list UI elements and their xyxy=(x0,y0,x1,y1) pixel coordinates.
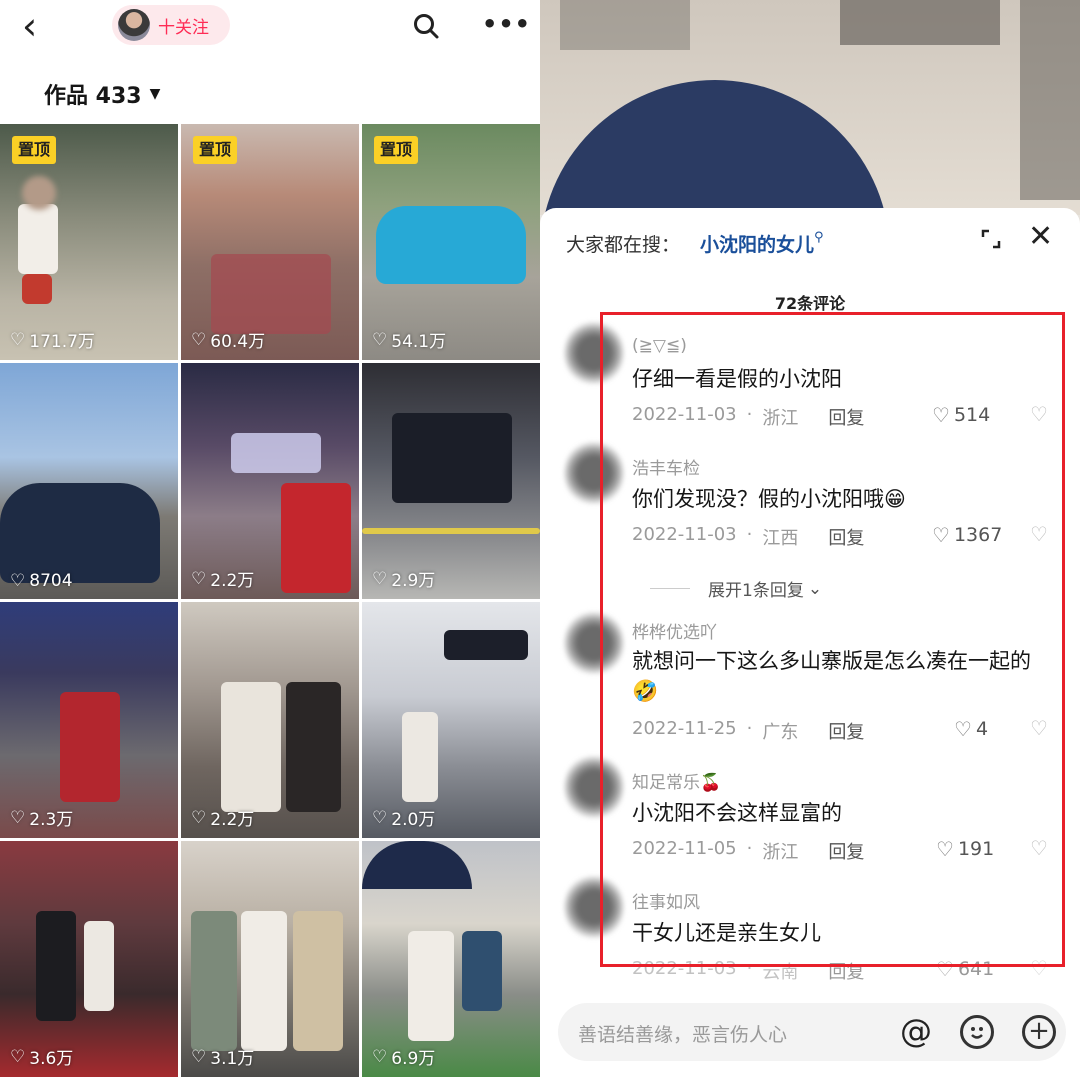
like-count-value: 2.3万 xyxy=(29,810,74,830)
like-count-value: 8704 xyxy=(29,571,73,591)
like-count-value: 2.9万 xyxy=(391,571,436,591)
like-count: ♡ 2.3万 xyxy=(10,805,74,831)
heart-icon: ♡ xyxy=(10,807,26,828)
video-tile[interactable]: ♡ 2.2万 xyxy=(181,602,359,838)
pinned-badge: 置顶 xyxy=(193,136,238,164)
comment-count: 72条评论 xyxy=(774,294,846,313)
heart-icon: ♡ xyxy=(191,1046,207,1067)
works-tab[interactable]: 作品 433 ▼ xyxy=(44,78,160,110)
video-tile[interactable]: ♡ 2.9万 xyxy=(362,363,540,599)
more-icon[interactable]: ••• xyxy=(482,10,530,38)
plus-icon[interactable]: + xyxy=(1022,1015,1056,1049)
chevron-left-icon[interactable]: ‹ xyxy=(22,7,52,45)
heart-icon: ♡ xyxy=(372,568,388,589)
heart-icon: ♡ xyxy=(10,329,26,350)
hot-search-term: 小沈阳的女儿 xyxy=(700,234,815,256)
like-count: ♡ 2.0万 xyxy=(372,805,436,831)
like-count: ♡ 171.7万 xyxy=(10,327,95,353)
hot-search-link[interactable]: 小沈阳的女儿⚲ xyxy=(700,230,824,257)
like-count: ♡ 3.6万 xyxy=(10,1044,74,1070)
heart-icon: ♡ xyxy=(10,1046,26,1067)
like-count-value: 54.1万 xyxy=(391,332,447,352)
avatar xyxy=(118,9,150,41)
pinned-badge: 置顶 xyxy=(374,136,419,164)
like-count-value: 2.2万 xyxy=(210,571,255,591)
heart-icon: ♡ xyxy=(191,807,207,828)
expand-icon[interactable] xyxy=(980,228,1002,250)
like-count-value: 3.6万 xyxy=(29,1049,74,1069)
search-icon: ⚲ xyxy=(814,230,824,245)
heart-icon: ♡ xyxy=(372,1046,388,1067)
search-icon[interactable] xyxy=(412,12,440,40)
video-tile[interactable]: ♡ 2.2万 xyxy=(181,363,359,599)
like-count: ♡ 2.2万 xyxy=(191,566,255,592)
at-mention-icon[interactable]: @ xyxy=(900,1013,932,1049)
video-tile[interactable]: 置顶 ♡ 54.1万 xyxy=(362,124,540,360)
heart-icon: ♡ xyxy=(191,568,207,589)
hot-search-label: 大家都在搜： xyxy=(566,234,681,256)
heart-icon: ♡ xyxy=(191,329,207,350)
video-tile[interactable]: ♡ 2.3万 xyxy=(0,602,178,838)
comment-input[interactable]: 善语结善缘，恶言伤人心 @ + xyxy=(558,1003,1066,1061)
like-count-value: 60.4万 xyxy=(210,332,266,352)
heart-icon: ♡ xyxy=(372,807,388,828)
video-tile[interactable]: ♡ 8704 xyxy=(0,363,178,599)
highlight-box xyxy=(600,312,1065,967)
follow-button[interactable]: 十关注 xyxy=(112,5,230,45)
like-count-value: 2.0万 xyxy=(391,810,436,830)
profile-panel: ‹ 十关注 ••• 作品 433 ▼ 置顶 ♡ 171.7万 置顶 ♡ 60.4万 xyxy=(0,0,540,1080)
video-tile[interactable]: ♡ 2.0万 xyxy=(362,602,540,838)
video-tile[interactable]: ♡ 6.9万 xyxy=(362,841,540,1077)
like-count-value: 2.2万 xyxy=(210,810,255,830)
video-tile[interactable]: 置顶 ♡ 60.4万 xyxy=(181,124,359,360)
video-tile[interactable]: 置顶 ♡ 171.7万 xyxy=(0,124,178,360)
caret-down-icon: ▼ xyxy=(149,86,161,102)
heart-icon: ♡ xyxy=(10,571,26,591)
profile-topbar: ‹ 十关注 ••• xyxy=(0,0,540,60)
close-icon[interactable]: ✕ xyxy=(1028,222,1053,252)
like-count: ♡ 2.2万 xyxy=(191,805,255,831)
follow-label: 十关注 xyxy=(158,17,209,38)
like-count: ♡ 8704 xyxy=(10,571,73,591)
like-count: ♡ 6.9万 xyxy=(372,1044,436,1070)
pinned-badge: 置顶 xyxy=(12,136,57,164)
like-count-value: 6.9万 xyxy=(391,1049,436,1069)
video-tile[interactable]: ♡ 3.6万 xyxy=(0,841,178,1077)
emoji-icon[interactable] xyxy=(960,1015,994,1049)
like-count-value: 3.1万 xyxy=(210,1049,255,1069)
like-count: ♡ 3.1万 xyxy=(191,1044,255,1070)
like-count: ♡ 54.1万 xyxy=(372,327,447,353)
comment-input-placeholder: 善语结善缘，恶言伤人心 xyxy=(578,1024,788,1046)
video-tile[interactable]: ♡ 3.1万 xyxy=(181,841,359,1077)
comments-screen: 大家都在搜： 小沈阳的女儿⚲ ✕ 72条评论 (≧▽≦) 仔细一看是假的小沈阳 … xyxy=(540,0,1080,1080)
works-count-label: 作品 433 xyxy=(44,84,142,109)
like-count: ♡ 2.9万 xyxy=(372,566,436,592)
like-count-value: 171.7万 xyxy=(29,332,95,352)
heart-icon: ♡ xyxy=(372,329,388,350)
like-count: ♡ 60.4万 xyxy=(191,327,266,353)
